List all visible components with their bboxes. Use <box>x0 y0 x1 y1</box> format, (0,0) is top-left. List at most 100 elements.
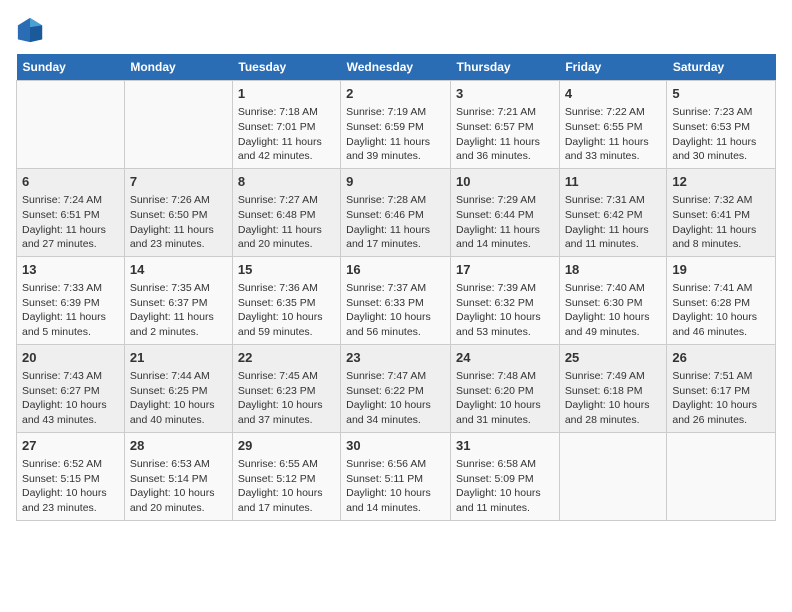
day-info: Sunset: 6:18 PM <box>565 384 662 399</box>
day-info: Sunrise: 7:21 AM <box>456 105 554 120</box>
calendar-cell: 12Sunrise: 7:32 AMSunset: 6:41 PMDayligh… <box>667 168 776 256</box>
day-info: Sunset: 6:27 PM <box>22 384 119 399</box>
calendar-cell: 28Sunrise: 6:53 AMSunset: 5:14 PMDayligh… <box>124 432 232 520</box>
day-info: Daylight: 11 hours and 36 minutes. <box>456 135 554 164</box>
day-info: Sunrise: 7:24 AM <box>22 193 119 208</box>
day-info: Sunrise: 7:43 AM <box>22 369 119 384</box>
calendar-cell <box>124 81 232 169</box>
day-info: Sunset: 5:15 PM <box>22 472 119 487</box>
day-number: 26 <box>672 349 770 367</box>
day-info: Sunset: 6:35 PM <box>238 296 335 311</box>
day-info: Sunset: 6:28 PM <box>672 296 770 311</box>
day-info: Sunrise: 7:18 AM <box>238 105 335 120</box>
calendar-cell: 26Sunrise: 7:51 AMSunset: 6:17 PMDayligh… <box>667 344 776 432</box>
calendar-cell: 30Sunrise: 6:56 AMSunset: 5:11 PMDayligh… <box>341 432 451 520</box>
day-header-wednesday: Wednesday <box>341 54 451 81</box>
day-info: Sunrise: 7:32 AM <box>672 193 770 208</box>
day-number: 19 <box>672 261 770 279</box>
day-number: 22 <box>238 349 335 367</box>
week-row-3: 13Sunrise: 7:33 AMSunset: 6:39 PMDayligh… <box>17 256 776 344</box>
day-info: Sunset: 6:44 PM <box>456 208 554 223</box>
day-info: Daylight: 10 hours and 26 minutes. <box>672 398 770 427</box>
day-header-thursday: Thursday <box>451 54 560 81</box>
day-info: Daylight: 10 hours and 14 minutes. <box>346 486 445 515</box>
day-number: 9 <box>346 173 445 191</box>
day-number: 16 <box>346 261 445 279</box>
day-number: 17 <box>456 261 554 279</box>
day-info: Sunrise: 7:26 AM <box>130 193 227 208</box>
calendar-cell: 14Sunrise: 7:35 AMSunset: 6:37 PMDayligh… <box>124 256 232 344</box>
day-info: Sunrise: 7:35 AM <box>130 281 227 296</box>
day-info: Daylight: 11 hours and 39 minutes. <box>346 135 445 164</box>
calendar-cell: 22Sunrise: 7:45 AMSunset: 6:23 PMDayligh… <box>232 344 340 432</box>
day-info: Sunset: 6:55 PM <box>565 120 662 135</box>
day-number: 25 <box>565 349 662 367</box>
day-number: 31 <box>456 437 554 455</box>
calendar-cell: 13Sunrise: 7:33 AMSunset: 6:39 PMDayligh… <box>17 256 125 344</box>
day-info: Daylight: 10 hours and 31 minutes. <box>456 398 554 427</box>
week-row-1: 1Sunrise: 7:18 AMSunset: 7:01 PMDaylight… <box>17 81 776 169</box>
day-number: 30 <box>346 437 445 455</box>
day-info: Sunset: 6:25 PM <box>130 384 227 399</box>
calendar-cell: 6Sunrise: 7:24 AMSunset: 6:51 PMDaylight… <box>17 168 125 256</box>
header-row: SundayMondayTuesdayWednesdayThursdayFrid… <box>17 54 776 81</box>
day-info: Sunset: 6:59 PM <box>346 120 445 135</box>
day-info: Daylight: 10 hours and 43 minutes. <box>22 398 119 427</box>
day-number: 6 <box>22 173 119 191</box>
calendar-cell <box>17 81 125 169</box>
day-info: Daylight: 11 hours and 11 minutes. <box>565 223 662 252</box>
day-info: Sunrise: 7:19 AM <box>346 105 445 120</box>
day-info: Sunset: 6:33 PM <box>346 296 445 311</box>
day-info: Daylight: 11 hours and 5 minutes. <box>22 310 119 339</box>
day-info: Sunrise: 7:23 AM <box>672 105 770 120</box>
day-number: 7 <box>130 173 227 191</box>
day-info: Sunset: 6:57 PM <box>456 120 554 135</box>
day-info: Daylight: 10 hours and 46 minutes. <box>672 310 770 339</box>
calendar-cell: 23Sunrise: 7:47 AMSunset: 6:22 PMDayligh… <box>341 344 451 432</box>
day-number: 15 <box>238 261 335 279</box>
day-info: Sunrise: 7:40 AM <box>565 281 662 296</box>
day-number: 10 <box>456 173 554 191</box>
day-info: Sunset: 6:41 PM <box>672 208 770 223</box>
day-info: Sunset: 6:17 PM <box>672 384 770 399</box>
day-number: 5 <box>672 85 770 103</box>
day-info: Daylight: 10 hours and 59 minutes. <box>238 310 335 339</box>
day-info: Daylight: 10 hours and 28 minutes. <box>565 398 662 427</box>
day-number: 13 <box>22 261 119 279</box>
day-header-tuesday: Tuesday <box>232 54 340 81</box>
day-info: Sunrise: 7:22 AM <box>565 105 662 120</box>
day-info: Sunset: 6:50 PM <box>130 208 227 223</box>
day-info: Sunset: 6:23 PM <box>238 384 335 399</box>
day-info: Sunrise: 7:47 AM <box>346 369 445 384</box>
day-header-saturday: Saturday <box>667 54 776 81</box>
day-number: 28 <box>130 437 227 455</box>
day-info: Sunrise: 7:49 AM <box>565 369 662 384</box>
day-number: 1 <box>238 85 335 103</box>
day-number: 27 <box>22 437 119 455</box>
calendar-cell: 19Sunrise: 7:41 AMSunset: 6:28 PMDayligh… <box>667 256 776 344</box>
calendar-cell: 3Sunrise: 7:21 AMSunset: 6:57 PMDaylight… <box>451 81 560 169</box>
day-number: 24 <box>456 349 554 367</box>
day-info: Sunset: 5:14 PM <box>130 472 227 487</box>
day-info: Sunrise: 7:33 AM <box>22 281 119 296</box>
day-number: 12 <box>672 173 770 191</box>
day-info: Sunset: 6:42 PM <box>565 208 662 223</box>
day-number: 21 <box>130 349 227 367</box>
day-number: 14 <box>130 261 227 279</box>
day-info: Sunset: 6:20 PM <box>456 384 554 399</box>
day-info: Sunset: 6:22 PM <box>346 384 445 399</box>
day-info: Daylight: 11 hours and 23 minutes. <box>130 223 227 252</box>
day-info: Sunrise: 7:29 AM <box>456 193 554 208</box>
day-info: Sunrise: 7:28 AM <box>346 193 445 208</box>
day-number: 11 <box>565 173 662 191</box>
calendar-cell: 29Sunrise: 6:55 AMSunset: 5:12 PMDayligh… <box>232 432 340 520</box>
day-info: Sunrise: 7:44 AM <box>130 369 227 384</box>
day-info: Daylight: 11 hours and 20 minutes. <box>238 223 335 252</box>
day-info: Sunset: 6:37 PM <box>130 296 227 311</box>
day-info: Sunrise: 7:36 AM <box>238 281 335 296</box>
calendar-cell: 10Sunrise: 7:29 AMSunset: 6:44 PMDayligh… <box>451 168 560 256</box>
calendar-cell: 2Sunrise: 7:19 AMSunset: 6:59 PMDaylight… <box>341 81 451 169</box>
day-info: Sunrise: 7:27 AM <box>238 193 335 208</box>
day-info: Sunrise: 7:48 AM <box>456 369 554 384</box>
day-info: Sunrise: 6:55 AM <box>238 457 335 472</box>
